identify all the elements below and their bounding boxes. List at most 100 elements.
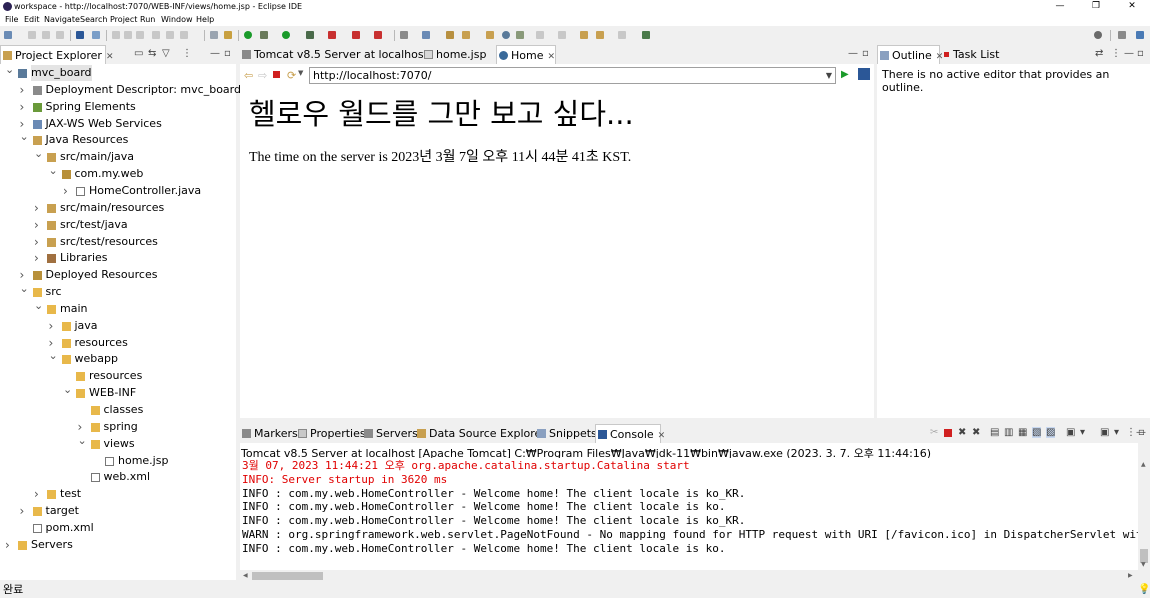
clear-console-icon[interactable]: ▤ xyxy=(990,427,999,438)
menu-file[interactable]: File xyxy=(5,13,18,26)
chevron-down-icon[interactable]: ▾ xyxy=(1114,427,1119,438)
pin-console-icon[interactable]: ▣ xyxy=(1066,427,1075,438)
menu-search[interactable]: Search xyxy=(80,13,107,26)
tree-item[interactable]: › java xyxy=(0,318,236,334)
chevron-down-icon[interactable]: ⌄ xyxy=(78,433,87,449)
open-console-icon[interactable]: ▣ xyxy=(1100,427,1109,438)
tree-item[interactable]: › Deployment Descriptor: mvc_board xyxy=(0,82,241,98)
chevron-right-icon[interactable]: › xyxy=(5,537,13,553)
menu-help[interactable]: Help xyxy=(196,13,214,26)
console-output[interactable]: 3월 07, 2023 11:44:21 오후 org.apache.catal… xyxy=(240,458,1138,570)
open-web-browser-icon[interactable] xyxy=(224,31,232,39)
scroll-right-icon[interactable]: ▶ xyxy=(1128,572,1133,579)
tree-item[interactable]: ⌄ src/main/java xyxy=(0,146,236,165)
tree-item[interactable]: ⌄ com.my.web xyxy=(0,163,236,182)
tree-item[interactable]: › HomeController.java xyxy=(0,183,236,199)
scroll-left-icon[interactable]: ◀ xyxy=(243,572,248,579)
scroll-lock-icon[interactable]: ▥ xyxy=(1004,427,1013,438)
forward-icon[interactable] xyxy=(618,31,626,39)
scroll-down-icon[interactable]: ▼ xyxy=(1141,561,1146,568)
chevron-down-icon[interactable]: ⌄ xyxy=(63,382,72,398)
pin-editor-icon[interactable] xyxy=(642,31,650,39)
chevron-right-icon[interactable]: › xyxy=(34,217,42,233)
tree-item[interactable]: › target xyxy=(0,503,236,519)
tree-item[interactable]: pom.xml xyxy=(0,520,236,536)
tab-task-list[interactable]: Task List xyxy=(939,45,1009,64)
tab-snippets[interactable]: Snippets xyxy=(535,424,597,443)
prev-annotation-icon[interactable] xyxy=(558,31,566,39)
chevron-right-icon[interactable]: › xyxy=(49,318,57,334)
tip-lightbulb-icon[interactable]: 💡 xyxy=(1138,582,1150,598)
maximize-button[interactable]: ❐ xyxy=(1078,0,1114,13)
chevron-down-icon[interactable]: ⌄ xyxy=(34,298,43,314)
debug-icon[interactable] xyxy=(260,31,268,39)
chevron-right-icon[interactable]: › xyxy=(34,234,42,250)
tree-item[interactable]: web.xml xyxy=(0,469,236,485)
open-external-browser-icon[interactable] xyxy=(858,68,870,80)
menu-edit[interactable]: Edit xyxy=(24,13,40,26)
step-return-icon[interactable] xyxy=(180,31,188,39)
chevron-down-icon[interactable]: ⌄ xyxy=(34,146,43,162)
save-icon[interactable] xyxy=(28,31,36,39)
stop-icon[interactable] xyxy=(273,71,280,78)
filter-icon[interactable]: ▽ xyxy=(162,48,170,59)
tab-properties[interactable]: Properties xyxy=(296,424,366,443)
tree-item[interactable]: › src/main/resources xyxy=(0,200,236,216)
step-over-icon[interactable] xyxy=(166,31,174,39)
coverage-icon[interactable] xyxy=(306,31,314,39)
save-all-icon[interactable] xyxy=(42,31,50,39)
open-type-icon[interactable] xyxy=(422,31,430,39)
tree-item[interactable]: ⌄ mvc_board xyxy=(0,62,236,81)
tree-item[interactable]: ⌄ WEB-INF xyxy=(0,382,236,401)
chevron-down-icon[interactable]: ⌄ xyxy=(49,163,58,179)
word-wrap-icon[interactable]: ▦ xyxy=(1018,427,1027,438)
collapse-all-icon[interactable]: ▭ xyxy=(134,48,143,59)
forward-icon[interactable]: ⇨ xyxy=(258,69,267,82)
search-toolbar-icon[interactable] xyxy=(462,31,470,39)
chevron-down-icon[interactable]: ▾ xyxy=(1080,427,1085,438)
tab-markers[interactable]: Markers xyxy=(240,424,298,443)
chevron-down-icon[interactable]: ⌄ xyxy=(20,129,29,145)
tree-item[interactable]: home.jsp xyxy=(0,453,236,469)
terminate-icon[interactable] xyxy=(136,31,144,39)
open-folder-icon[interactable] xyxy=(486,31,494,39)
chevron-right-icon[interactable]: › xyxy=(20,503,28,519)
tree-item[interactable]: › spring xyxy=(0,419,236,435)
chevron-down-icon[interactable]: ▼ xyxy=(298,69,303,77)
chevron-down-icon[interactable]: ⌄ xyxy=(49,348,58,364)
java-ee-perspective-icon[interactable] xyxy=(1136,31,1144,39)
go-icon[interactable]: ▶ xyxy=(841,69,849,80)
show-on-stdout-icon[interactable]: ▧ xyxy=(1032,427,1042,438)
annotation-icon[interactable] xyxy=(516,31,524,39)
chevron-down-icon[interactable]: ⌄ xyxy=(5,62,14,78)
terminate-console-icon[interactable] xyxy=(944,429,952,437)
chevron-down-icon[interactable]: ▼ xyxy=(826,68,832,83)
tree-item[interactable]: ⌄ main xyxy=(0,298,236,317)
run-icon[interactable] xyxy=(282,31,290,39)
step-into-icon[interactable] xyxy=(152,31,160,39)
chevron-down-icon[interactable]: ⌄ xyxy=(20,281,29,297)
next-annotation-icon[interactable] xyxy=(536,31,544,39)
tree-item[interactable]: classes xyxy=(0,402,236,418)
view-menu-icon[interactable]: ⇄ xyxy=(1095,48,1103,59)
suspend-icon[interactable] xyxy=(124,31,132,39)
view-menu-icon[interactable]: ⋮ xyxy=(1111,48,1121,59)
minimize-view-icon[interactable]: — xyxy=(1124,48,1134,59)
remove-terminated-icon[interactable]: ✖ xyxy=(972,427,980,438)
maximize-view-icon[interactable]: ▫ xyxy=(1138,427,1145,438)
minimize-button[interactable]: — xyxy=(1042,0,1078,13)
open-perspective-icon[interactable] xyxy=(1118,31,1126,39)
globe-toolbar-icon[interactable] xyxy=(502,31,510,39)
chevron-right-icon[interactable]: › xyxy=(63,183,71,199)
tree-item[interactable]: › Libraries xyxy=(0,250,236,266)
maximize-view-icon[interactable]: ▫ xyxy=(862,48,869,59)
terminal-icon[interactable] xyxy=(76,31,84,39)
spring-boot-icon[interactable] xyxy=(244,31,252,39)
minimize-view-icon[interactable]: — xyxy=(848,48,858,59)
maximize-view-icon[interactable]: ▫ xyxy=(224,48,231,59)
view-menu-icon[interactable]: ⋮ xyxy=(182,48,192,59)
close-icon[interactable]: ✕ xyxy=(547,52,555,62)
console-vertical-scrollbar[interactable]: ▲ ▼ xyxy=(1138,458,1150,570)
menu-window[interactable]: Window xyxy=(161,13,193,26)
chevron-right-icon[interactable]: › xyxy=(20,99,28,115)
